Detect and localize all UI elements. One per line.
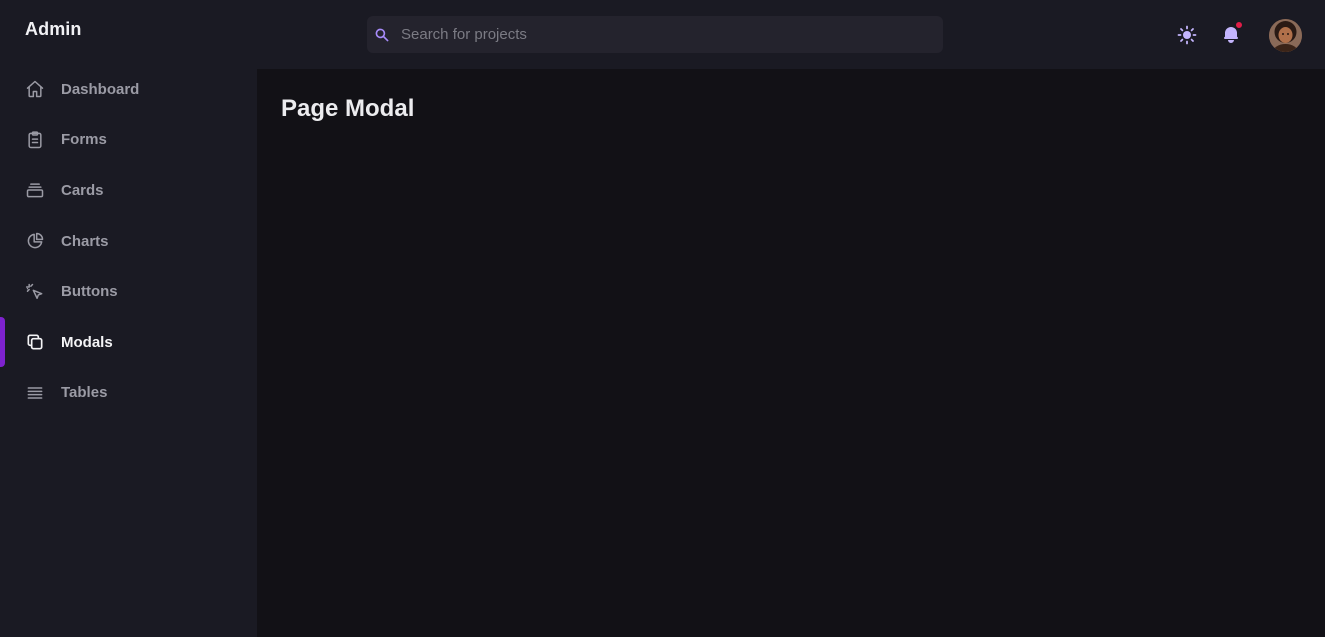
sidebar-item-dashboard[interactable]: Dashboard xyxy=(0,64,257,115)
main-content: Page Modal xyxy=(257,69,1325,637)
pie-chart-icon xyxy=(25,231,45,251)
sidebar: Admin Dashboard Forms Cards Charts Butto… xyxy=(0,0,257,637)
sidebar-item-label: Dashboard xyxy=(61,80,140,98)
sidebar-item-label: Cards xyxy=(61,181,104,199)
bell-icon[interactable] xyxy=(1220,21,1243,46)
user-avatar[interactable] xyxy=(1269,18,1302,52)
active-indicator xyxy=(0,316,5,367)
sidebar-item-forms[interactable]: Forms xyxy=(0,115,257,166)
sidebar-item-label: Charts xyxy=(61,232,109,250)
sidebar-item-tables[interactable]: Tables xyxy=(0,368,257,419)
sidebar-item-buttons[interactable]: Buttons xyxy=(0,266,257,317)
page-title: Page Modal xyxy=(281,95,415,122)
brand-logo-text[interactable]: Admin xyxy=(25,19,82,40)
sidebar-item-label: Modals xyxy=(61,333,113,351)
search-bar[interactable] xyxy=(367,16,943,53)
header-actions xyxy=(1176,18,1302,52)
sidebar-item-cards[interactable]: Cards xyxy=(0,165,257,216)
sun-icon[interactable] xyxy=(1176,24,1198,46)
sidebar-nav: Dashboard Forms Cards Charts Buttons Mod… xyxy=(0,64,257,418)
sidebar-item-modals[interactable]: Modals xyxy=(0,316,257,368)
top-header xyxy=(257,0,1325,69)
list-icon xyxy=(25,383,45,403)
search-input[interactable] xyxy=(399,16,943,53)
sidebar-item-label: Buttons xyxy=(61,283,118,301)
app-root: Admin Dashboard Forms Cards Charts Butto… xyxy=(0,0,1325,637)
sidebar-item-label: Forms xyxy=(61,131,107,149)
sidebar-item-label: Tables xyxy=(61,384,108,402)
cursor-click-icon xyxy=(25,282,45,302)
home-icon xyxy=(25,79,45,99)
duplicate-icon xyxy=(25,332,45,352)
notification-badge xyxy=(1235,21,1243,29)
clipboard-icon xyxy=(25,130,45,150)
sidebar-item-charts[interactable]: Charts xyxy=(0,216,257,267)
cards-icon xyxy=(25,180,45,200)
search-icon xyxy=(374,27,390,43)
